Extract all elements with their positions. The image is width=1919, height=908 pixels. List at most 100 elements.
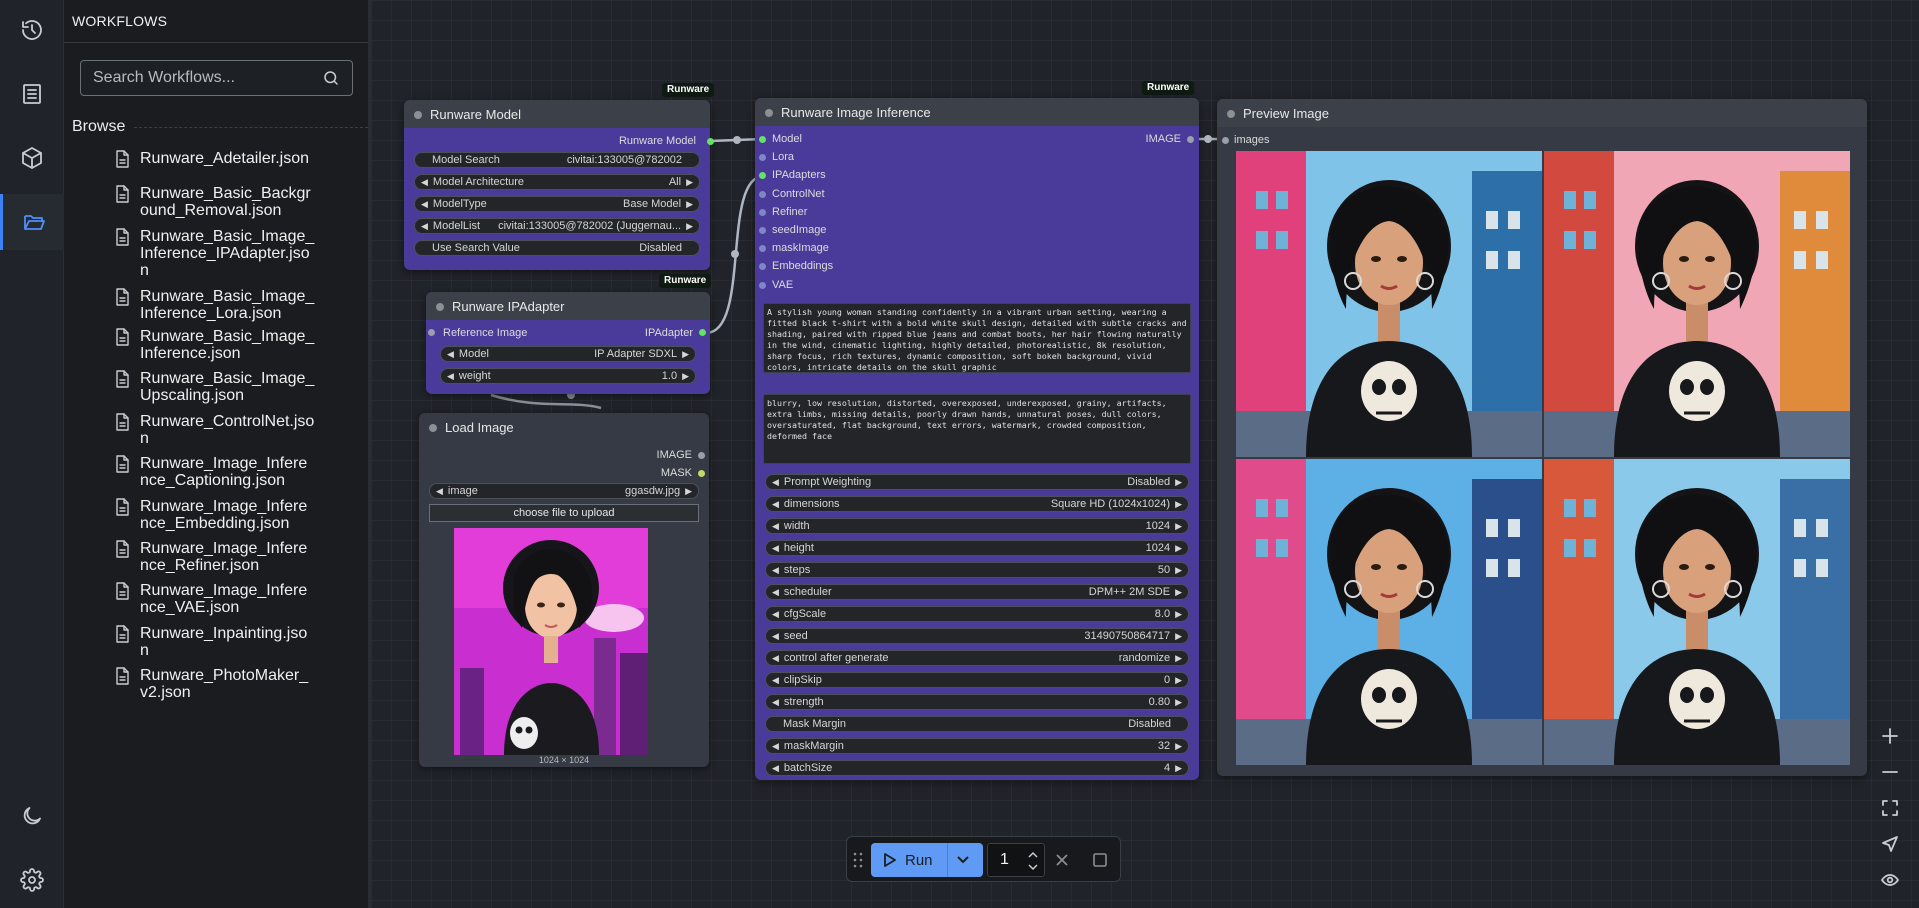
arrow-right-icon[interactable]: ▶ [1175, 499, 1182, 510]
arrow-left-icon[interactable]: ◀ [772, 521, 779, 532]
arrow-right-icon[interactable]: ▶ [1175, 477, 1182, 488]
workflow-file-item[interactable]: Runware_Image_Inference_Refiner.json [114, 540, 315, 574]
node-title-bar[interactable]: Load Image [419, 413, 709, 441]
workflow-file-item[interactable]: Runware_ControlNet.json [114, 413, 315, 447]
arrow-left-icon[interactable]: ◀ [421, 199, 428, 210]
widget-height[interactable]: ◀ height 1024 ▶ [765, 540, 1189, 556]
arrow-right-icon[interactable]: ▶ [686, 199, 693, 210]
widget-maskmargin[interactable]: ◀ maskMargin 32 ▶ [765, 738, 1189, 754]
input-socket[interactable] [759, 263, 766, 271]
collapse-dot[interactable] [765, 109, 773, 117]
arrow-left-icon[interactable]: ◀ [772, 477, 779, 488]
zoom-in-icon[interactable] [1870, 718, 1910, 754]
widget-clipskip[interactable]: ◀ clipSkip 0 ▶ [765, 672, 1189, 688]
generated-image[interactable] [1236, 459, 1542, 765]
input-socket[interactable] [428, 329, 435, 336]
input-socket[interactable] [759, 227, 766, 234]
negative-prompt-textarea[interactable]: blurry, low resolution, distorted, overe… [763, 394, 1191, 464]
generated-image[interactable] [1236, 151, 1542, 457]
widget-use-search-value[interactable]: Use Search Value Disabled [414, 240, 700, 256]
positive-prompt-textarea[interactable]: A stylish young woman standing confident… [763, 303, 1191, 373]
eye-icon[interactable] [1870, 862, 1910, 898]
arrow-left-icon[interactable]: ◀ [772, 763, 779, 774]
queue-count-input[interactable]: 1 [987, 843, 1045, 877]
widget-strength[interactable]: ◀ strength 0.80 ▶ [765, 694, 1189, 710]
widget-modeltype[interactable]: ◀ ModelType Base Model ▶ [414, 196, 700, 212]
search-icon[interactable] [322, 69, 340, 87]
widget-weight[interactable]: ◀ weight 1.0 ▶ [440, 368, 696, 384]
widget-cfgscale[interactable]: ◀ cfgScale 8.0 ▶ [765, 606, 1189, 622]
widget-modellist[interactable]: ◀ ModelList civitai:133005@782002 (Juggern… [414, 218, 700, 234]
arrow-right-icon[interactable]: ▶ [686, 177, 693, 188]
widget-prompt-weighting[interactable]: ◀ Prompt Weighting Disabled ▶ [765, 474, 1189, 490]
widget-steps[interactable]: ◀ steps 50 ▶ [765, 562, 1189, 578]
arrow-right-icon[interactable]: ▶ [1175, 741, 1182, 752]
widget-control-after-generate[interactable]: ◀ control after generate randomize ▶ [765, 650, 1189, 666]
arrow-left-icon[interactable]: ◀ [772, 675, 779, 686]
widget-model[interactable]: ◀ Model IP Adapter SDXL ▶ [440, 346, 696, 362]
search-input[interactable] [93, 69, 322, 87]
input-socket[interactable] [1222, 137, 1229, 144]
widget-model-search[interactable]: Model Search civitai:133005@782002 [414, 152, 700, 168]
workflow-file-item[interactable]: Runware_Image_Inference_VAE.json [114, 582, 315, 616]
input-socket[interactable] [759, 154, 766, 162]
arrow-right-icon[interactable]: ▶ [1175, 653, 1182, 664]
arrow-left-icon[interactable]: ◀ [772, 631, 779, 642]
chevron-down-icon[interactable] [955, 853, 971, 867]
preview-image-grid[interactable] [1236, 151, 1850, 765]
arrow-right-icon[interactable]: ▶ [686, 221, 693, 232]
arrow-right-icon[interactable]: ▶ [1175, 609, 1182, 620]
widget-width[interactable]: ◀ width 1024 ▶ [765, 518, 1189, 534]
input-socket[interactable] [759, 190, 766, 198]
arrow-right-icon[interactable]: ▶ [682, 349, 689, 360]
moon-icon[interactable] [0, 788, 64, 844]
arrow-right-icon[interactable]: ▶ [1175, 521, 1182, 532]
workflow-file-item[interactable]: Runware_Basic_Image_Inference_Lora.json [114, 288, 315, 322]
arrow-left-icon[interactable]: ◀ [772, 609, 779, 620]
workflow-file-item[interactable]: Runware_Basic_Image_Inference_IPAdapter.… [114, 228, 315, 279]
arrow-right-icon[interactable]: ▶ [1175, 631, 1182, 642]
output-socket[interactable] [698, 470, 705, 477]
arrow-left-icon[interactable]: ◀ [772, 741, 779, 752]
node-load-image[interactable]: Load Image IMAGE MASK ◀ image ggasdw.jpg… [419, 413, 709, 767]
output-socket[interactable] [707, 138, 714, 145]
arrow-right-icon[interactable]: ▶ [1175, 763, 1182, 774]
image-select-widget[interactable]: ◀ image ggasdw.jpg ▶ [429, 483, 699, 499]
generated-image[interactable] [1544, 459, 1850, 765]
output-socket[interactable] [1187, 136, 1194, 143]
arrow-left-icon[interactable]: ◀ [447, 349, 454, 360]
input-socket[interactable] [759, 172, 766, 180]
browse-heading[interactable]: Browse [72, 118, 125, 136]
node-title-bar[interactable]: Runware IPAdapter [426, 292, 710, 320]
node-canvas[interactable]: Runware Runware Model Runware Model Mode… [371, 0, 1919, 908]
workflow-file-item[interactable]: Runware_Inpainting.json [114, 625, 315, 659]
node-runware-ipadapter[interactable]: Runware IPAdapter Reference Image IPAdap… [426, 292, 710, 394]
close-icon[interactable] [1054, 852, 1070, 868]
workflow-file-item[interactable]: Runware_Adetailer.json [114, 150, 315, 168]
arrow-left-icon[interactable]: ◀ [772, 653, 779, 664]
widget-mask-margin[interactable]: Mask Margin Disabled [765, 716, 1189, 732]
node-title-bar[interactable]: Preview Image [1217, 99, 1867, 127]
arrow-right-icon[interactable]: ▶ [682, 371, 689, 382]
workflow-file-item[interactable]: Runware_Basic_Image_Upscaling.json [114, 370, 315, 404]
output-socket[interactable] [698, 452, 705, 459]
node-runware-model[interactable]: Runware Model Runware Model Model Search… [404, 100, 714, 270]
workflow-file-item[interactable]: Runware_Image_Inference_Captioning.json [114, 455, 315, 489]
collapse-dot[interactable] [429, 424, 437, 432]
workflow-file-item[interactable]: Runware_PhotoMaker_v2.json [114, 667, 315, 701]
arrow-right-icon[interactable]: ▶ [1175, 587, 1182, 598]
arrow-left-icon[interactable]: ◀ [447, 371, 454, 382]
collapse-dot[interactable] [414, 111, 422, 119]
arrow-left-icon[interactable]: ◀ [772, 697, 779, 708]
workflow-file-item[interactable]: Runware_Basic_Image_Inference.json [114, 328, 315, 362]
widget-model-architecture[interactable]: ◀ Model Architecture All ▶ [414, 174, 700, 190]
node-title-bar[interactable]: Runware Model [404, 100, 710, 128]
document-icon[interactable] [0, 66, 64, 122]
output-socket[interactable] [699, 329, 706, 336]
collapse-dot[interactable] [436, 303, 444, 311]
fit-view-icon[interactable] [1870, 790, 1910, 826]
widget-dimensions[interactable]: ◀ dimensions Square HD (1024x1024) ▶ [765, 496, 1189, 512]
run-button[interactable]: Run [871, 843, 983, 877]
drag-handle-icon[interactable] [853, 852, 863, 868]
collapse-dot[interactable] [1227, 110, 1235, 118]
